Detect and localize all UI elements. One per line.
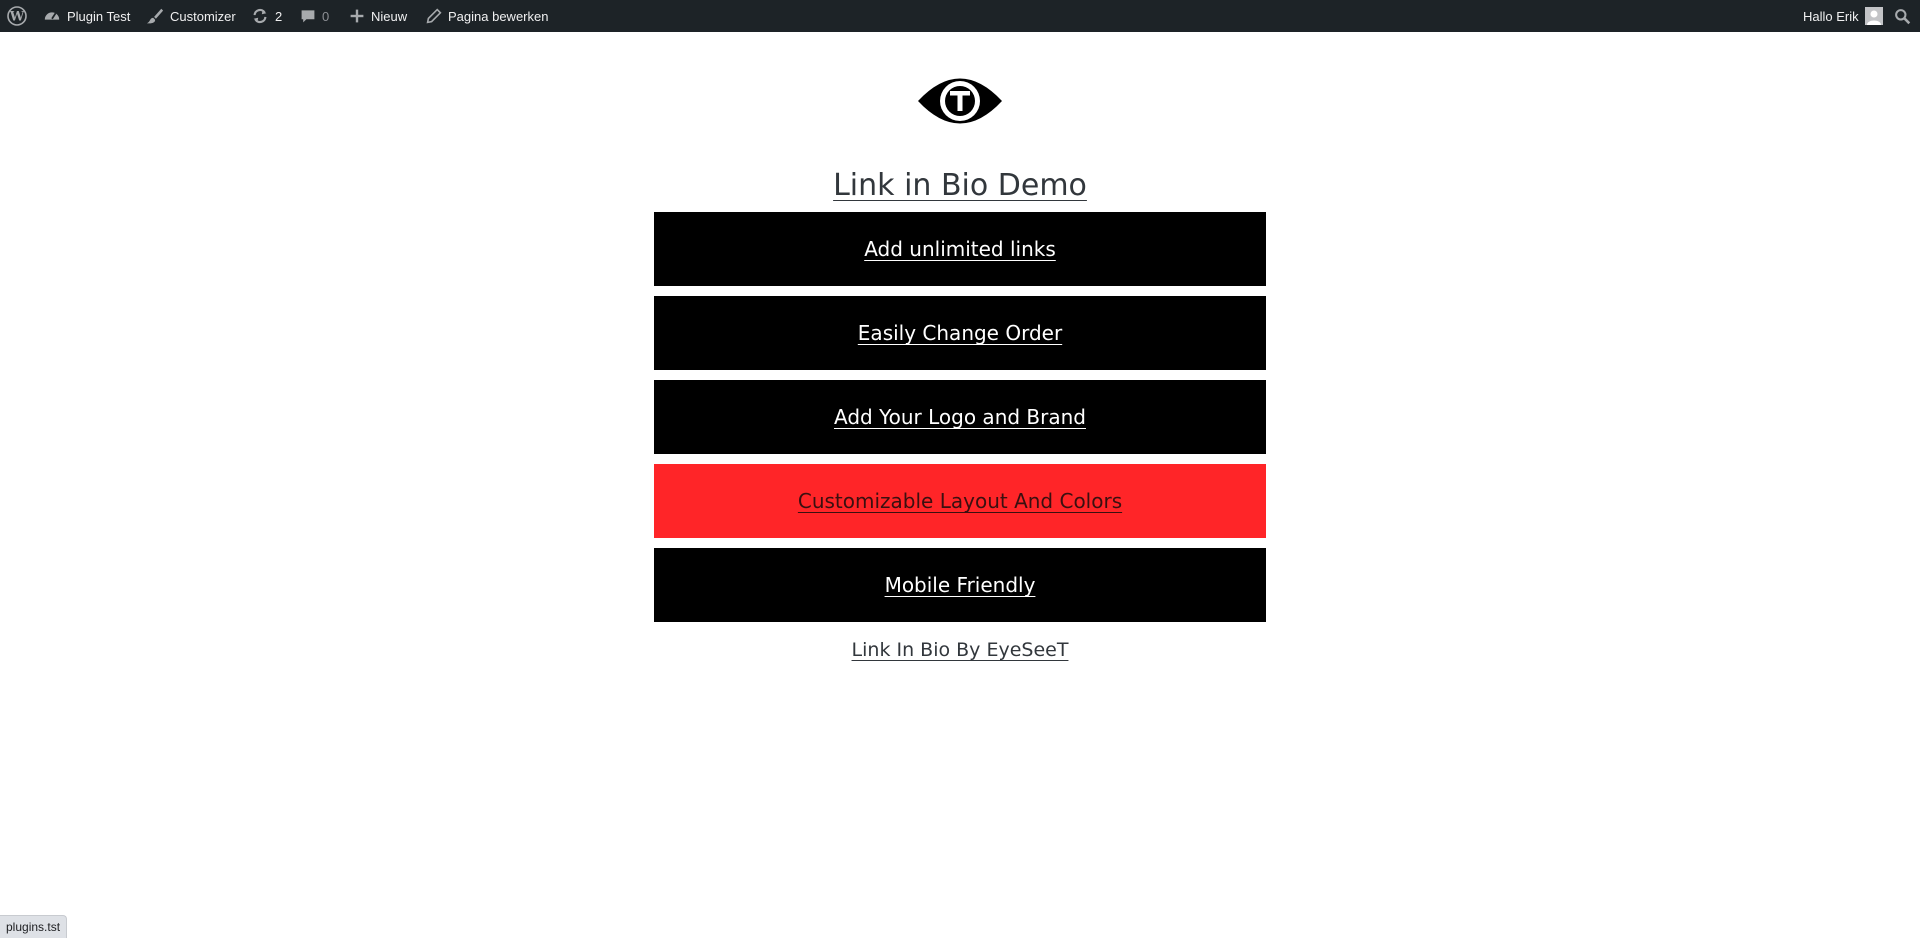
link-button-add-unlimited-links[interactable]: Add unlimited links bbox=[654, 212, 1266, 286]
dashboard-icon bbox=[44, 12, 60, 20]
page-title-wrap: Link in Bio Demo bbox=[0, 164, 1920, 208]
wp-logo-menu[interactable]: W bbox=[7, 0, 27, 32]
updates-icon bbox=[253, 8, 267, 24]
eye-t-logo bbox=[918, 78, 1002, 124]
page-title[interactable]: Link in Bio Demo bbox=[833, 168, 1087, 203]
footer-credit-link[interactable]: Link In Bio By EyeSeeT bbox=[852, 639, 1069, 661]
customizer-label: Customizer bbox=[170, 8, 236, 24]
customizer-link[interactable]: Customizer bbox=[146, 0, 236, 32]
link-label: Add Your Logo and Brand bbox=[833, 405, 1086, 429]
link-button-customizable-layout[interactable]: Customizable Layout And Colors bbox=[654, 464, 1266, 538]
new-label: Nieuw bbox=[371, 8, 408, 24]
brush-icon bbox=[146, 8, 164, 24]
link-label: Add unlimited links bbox=[864, 237, 1056, 261]
link-label: Easily Change Order bbox=[857, 321, 1063, 345]
comments-link[interactable]: 0 bbox=[300, 0, 329, 32]
link-button-mobile-friendly[interactable]: Mobile Friendly bbox=[654, 548, 1266, 622]
search-button[interactable] bbox=[1894, 0, 1911, 32]
updates-link[interactable]: 2 bbox=[251, 0, 282, 32]
new-content-menu[interactable]: Nieuw bbox=[349, 0, 407, 32]
pencil-icon bbox=[426, 8, 442, 24]
site-name: Plugin Test bbox=[67, 8, 131, 24]
site-name-menu[interactable]: Plugin Test bbox=[43, 0, 130, 32]
edit-page-link[interactable]: Pagina bewerken bbox=[426, 0, 548, 32]
link-label: Customizable Layout And Colors bbox=[797, 489, 1123, 513]
wordpress-icon: W bbox=[7, 6, 27, 26]
link-button-easily-change-order[interactable]: Easily Change Order bbox=[654, 296, 1266, 370]
plus-icon bbox=[350, 9, 364, 23]
greeting: Hallo Erik bbox=[1803, 8, 1859, 24]
svg-text:W: W bbox=[9, 10, 25, 25]
search-icon bbox=[1895, 8, 1911, 24]
footer-credit-wrap: Link In Bio By EyeSeeT bbox=[0, 636, 1920, 664]
comment-icon bbox=[301, 10, 315, 23]
comments-count: 0 bbox=[322, 8, 330, 24]
status-bar-url: plugins.tst bbox=[0, 915, 68, 938]
my-account-menu[interactable]: Hallo Erik bbox=[1803, 0, 1883, 32]
avatar bbox=[1864, 7, 1883, 25]
link-button-add-logo-and-brand[interactable]: Add Your Logo and Brand bbox=[654, 380, 1266, 454]
edit-page-label: Pagina bewerken bbox=[448, 8, 549, 24]
updates-count: 2 bbox=[275, 8, 283, 24]
link-label: Mobile Friendly bbox=[884, 573, 1036, 597]
admin-bar: W Plugin Test Customizer 2 0 Nieuw Pagin… bbox=[0, 0, 1920, 32]
